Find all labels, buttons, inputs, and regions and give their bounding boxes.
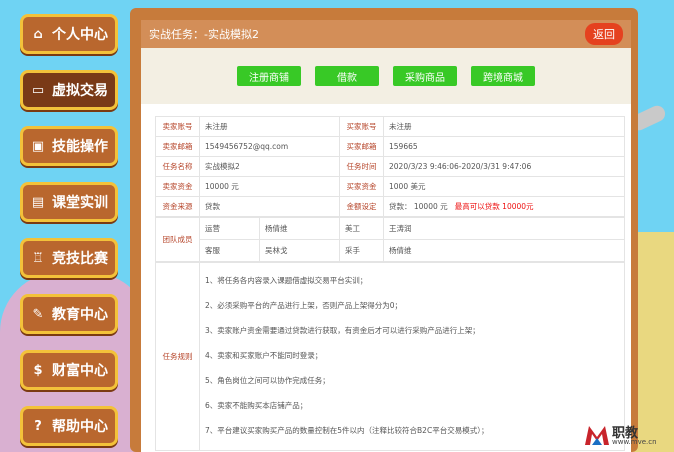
sidebar-item-virtual-trade[interactable]: ▭ 虚拟交易 [20,70,118,110]
sidebar-item-personal-center[interactable]: ⌂ 个人中心 [20,14,118,54]
watermark: 职教 www.mve.cn [584,424,674,450]
team-role: 采手 [339,239,384,262]
seller-account-value: 未注册 [199,116,340,137]
purchase-goods-button[interactable]: 采购商品 [393,66,457,86]
book-icon: ▤ [31,194,45,210]
sidebar-item-competition[interactable]: ♖ 竞技比赛 [20,238,118,278]
sidebar-item-label: 个人中心 [52,27,108,43]
buyer-account-label: 买家账号 [339,116,384,137]
list-item: 3、卖家账户资金需要通过贷款进行获取，有资金后才可以进行采购产品进行上架； [205,326,480,335]
sidebar-item-label: 课堂实训 [52,195,108,211]
team-member: 吴林戈 [259,239,340,262]
sidebar-item-label: 帮助中心 [52,419,108,435]
sidebar-item-help-center[interactable]: ? 帮助中心 [20,406,118,446]
watermark-url: www.mve.cn [612,438,657,446]
seller-email-label: 卖家邮箱 [155,136,200,157]
buyer-fund-label: 买家资金 [339,176,384,197]
team-role: 美工 [339,217,384,240]
table-row: 团队成员 运营 杨倩维 美工 王涛润 [155,217,625,262]
borrow-button[interactable]: 借款 [315,66,379,86]
table-row: 任务名称 实战模拟2 任务时间 2020/3/23 9:46:06-2020/3… [155,156,625,177]
task-rules-list: 1、将任务各内容录入课题借虚拟交易平台实训； 2、必须采购平台的产品进行上架，否… [205,275,619,450]
task-panel: 实战任务：-实战模拟2 返回 注册商铺 借款 采购商品 跨境商城 卖家账号 未注… [141,20,631,452]
team-role: 客服 [199,239,260,262]
task-info-table: 卖家账号 未注册 买家账号 未注册 卖家邮箱 1549456752@qq.com… [155,116,625,451]
list-item: 1、将任务各内容录入课题借虚拟交易平台实训； [205,276,368,285]
fund-source-label: 资金来源 [155,196,200,217]
question-icon: ? [34,418,42,434]
team-member: 杨倩维 [383,239,625,262]
list-item: 2、必须采购平台的产品进行上架，否则产品上架得分为0； [205,301,403,310]
table-row: 卖家邮箱 1549456752@qq.com 买家邮箱 159665 [155,136,625,157]
buyer-account-value: 未注册 [383,116,625,137]
fund-setting-value: 贷款： 10000 元 最高可以贷款 10000元 [383,196,625,217]
money-bag-icon: $ [33,362,43,378]
fund-setting-max: 最高可以贷款 10000元 [454,202,534,211]
computer-icon: ▭ [31,82,45,98]
panel-header: 实战任务：-实战模拟2 返回 [141,20,631,48]
team-members-label: 团队成员 [155,217,200,262]
sidebar-item-label: 财富中心 [52,363,108,379]
task-name-label: 任务名称 [155,156,200,177]
register-shop-button[interactable]: 注册商铺 [237,66,301,86]
buyer-email-value: 159665 [383,136,625,157]
mve-logo-icon [585,426,609,445]
sidebar-item-wealth-center[interactable]: $ 财富中心 [20,350,118,390]
sidebar-item-label: 竞技比赛 [52,251,108,267]
task-name-value: 实战模拟2 [199,156,340,177]
seller-email-value: 1549456752@qq.com [199,136,340,157]
table-row: 客服 吴林戈 采手 杨倩维 [156,239,625,262]
fund-source-value: 贷款 [199,196,340,217]
buyer-fund-value: 1000 美元 [383,176,625,197]
seller-fund-label: 卖家资金 [155,176,200,197]
seller-fund-value: 10000 元 [199,176,340,197]
team-member: 王涛润 [383,217,625,240]
list-item: 4、卖家和买家账户不能同时登录； [205,351,323,360]
sidebar-item-label: 教育中心 [52,307,108,323]
task-time-label: 任务时间 [339,156,384,177]
action-bar: 注册商铺 借款 采购商品 跨境商城 [141,48,631,104]
fund-setting-label: 金额设定 [339,196,384,217]
team-members-table: 团队成员 运营 杨倩维 美工 王涛润 客服 吴林戈 采手 杨倩维 [155,217,625,262]
sidebar-item-skill-operation[interactable]: ▣ 技能操作 [20,126,118,166]
home-icon: ⌂ [33,26,43,42]
page-title: 实战任务：-实战模拟2 [149,28,259,41]
sidebar-item-label: 虚拟交易 [52,83,108,99]
buyer-email-label: 买家邮箱 [339,136,384,157]
list-item: 5、角色岗位之间可以协作完成任务； [205,376,330,385]
table-row: 资金来源 贷款 金额设定 贷款： 10000 元 最高可以贷款 10000元 [155,196,625,217]
task-rules-cell: 1、将任务各内容录入课题借虚拟交易平台实训； 2、必须采购平台的产品进行上架，否… [199,262,625,451]
seller-account-label: 卖家账号 [155,116,200,137]
team-role: 运营 [199,217,260,240]
fund-setting-prefix: 贷款： [389,202,412,211]
briefcase-icon: ▣ [31,138,45,154]
list-item: 6、卖家不能购买本店铺产品； [205,401,308,410]
fund-setting-amount: 10000 元 [413,202,448,211]
cross-border-mall-button[interactable]: 跨境商城 [471,66,535,86]
task-rules-label: 任务规则 [155,262,200,451]
task-rules-table: 任务规则 1、将任务各内容录入课题借虚拟交易平台实训； 2、必须采购平台的产品进… [155,262,625,451]
sidebar-item-classroom-training[interactable]: ▤ 课堂实训 [20,182,118,222]
pencil-icon: ✎ [32,306,44,322]
sidebar-item-label: 技能操作 [52,139,108,155]
sidebar-item-education-center[interactable]: ✎ 教育中心 [20,294,118,334]
list-item: 7、平台建议买家购买产品的数量控制在5件以内（注释比较符合B2C平台交易模式）； [205,426,489,435]
table-row: 卖家资金 10000 元 买家资金 1000 美元 [155,176,625,197]
team-member: 杨倩维 [259,217,340,240]
table-row: 卖家账号 未注册 买家账号 未注册 [155,116,625,137]
sidebar-nav: ⌂ 个人中心 ▭ 虚拟交易 ▣ 技能操作 ▤ 课堂实训 ♖ 竞技比赛 ✎ 教育中… [0,0,135,452]
task-time-value: 2020/3/23 9:46:06-2020/3/31 9:47:06 [383,156,625,177]
trophy-icon: ♖ [32,250,44,266]
table-row: 任务规则 1、将任务各内容录入课题借虚拟交易平台实训； 2、必须采购平台的产品进… [155,262,625,451]
back-button[interactable]: 返回 [585,23,623,45]
